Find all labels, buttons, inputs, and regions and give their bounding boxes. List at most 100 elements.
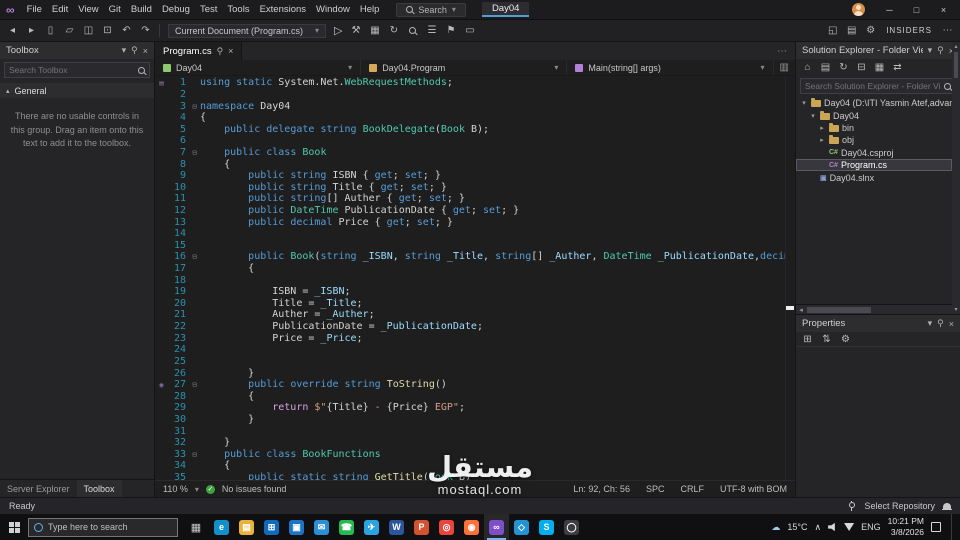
indentation-label[interactable]: SPC [646, 484, 665, 494]
taskbar-app-vscode[interactable]: ◇ [509, 514, 534, 540]
code-line-16[interactable]: 16 ⊟ public Book(string _ISBN, string _Ti… [155, 251, 795, 263]
code-line-24[interactable]: 24 [155, 344, 795, 356]
menu-file[interactable]: File [22, 3, 47, 16]
toolbar-overflow-icon[interactable]: ⋯ [942, 25, 953, 36]
refresh-icon[interactable]: ↻ [838, 62, 849, 73]
menu-tools[interactable]: Tools [222, 3, 254, 16]
code-line-6[interactable]: 6 [155, 135, 795, 147]
taskbar-app-chrome[interactable]: ◎ [434, 514, 459, 540]
menu-build[interactable]: Build [126, 3, 157, 16]
navigate-forward-icon[interactable]: ▸ [26, 25, 37, 36]
fold-collapse-icon[interactable]: ⊟ [189, 252, 200, 261]
debug-target-icon[interactable]: ▦ [369, 25, 380, 36]
code-line-29[interactable]: 29 return $"{Title} - {Price} EGP"; [155, 402, 795, 414]
code-line-26[interactable]: 26 } [155, 367, 795, 379]
navigate-back-icon[interactable]: ◂ [7, 25, 18, 36]
code-line-31[interactable]: 31 [155, 425, 795, 437]
chevron-down-icon[interactable]: ▾ [122, 45, 127, 56]
tree-item-2[interactable]: ▾ Day04 [796, 109, 952, 121]
menu-debug[interactable]: Debug [157, 3, 195, 16]
menu-window[interactable]: Window [311, 3, 355, 16]
tab-program-cs[interactable]: Program.cs ⚲ × [155, 42, 243, 60]
settings-icon[interactable]: ⚙ [865, 25, 876, 36]
home-icon[interactable]: ⌂ [802, 62, 813, 73]
code-line-5[interactable]: 5 public delegate string BookDelegate(Bo… [155, 123, 795, 135]
fold-collapse-icon[interactable]: ⊟ [189, 102, 200, 111]
scroll-down-icon[interactable]: ▾ [954, 306, 957, 313]
pin-icon[interactable]: ⚲ [131, 45, 138, 56]
menu-view[interactable]: View [73, 3, 103, 16]
code-line-1[interactable]: ▤ 1 using static System.Net.WebRequestMeth… [155, 77, 795, 89]
taskbar-app-obs[interactable]: ◯ [559, 514, 584, 540]
scrollbar-thumb[interactable] [807, 306, 871, 313]
categorized-icon[interactable]: ⊞ [802, 334, 813, 345]
build-icon[interactable]: ⚒ [350, 25, 361, 36]
expand-arrow-icon[interactable]: ▸ [818, 136, 826, 144]
close-icon[interactable]: × [949, 319, 954, 329]
taskbar-app-skype[interactable]: S [534, 514, 559, 540]
code-line-35[interactable]: 35 public static string GetTitle(Book B) [155, 472, 795, 480]
scrollbar-track[interactable] [807, 306, 949, 313]
code-line-27[interactable]: ◉ 27 ⊟ public override string ToString() [155, 379, 795, 391]
action-center-icon[interactable] [931, 522, 941, 532]
scroll-up-icon[interactable]: ▴ [954, 43, 957, 50]
code-line-2[interactable]: 2 [155, 89, 795, 101]
tree-item-5[interactable]: C# Day04.csproj [796, 147, 952, 159]
comment-icon[interactable]: ▭ [464, 25, 475, 36]
live-share-icon[interactable]: ◱ [827, 25, 838, 36]
solution-explorer-search-input[interactable] [805, 81, 940, 91]
se-horizontal-scrollbar[interactable]: ◂ ▸ [796, 304, 960, 314]
fold-collapse-icon[interactable]: ⊟ [189, 380, 200, 389]
bookmark-icon[interactable]: ⚑ [445, 25, 456, 36]
code-line-15[interactable]: 15 [155, 240, 795, 252]
scrollbar-thumb[interactable] [954, 52, 958, 78]
property-pages-icon[interactable]: ⚙ [840, 334, 851, 345]
breadcrumb-segment-3[interactable]: Main(string[] args) ▾ [567, 60, 774, 75]
split-editor-icon[interactable]: ▥ [774, 60, 795, 75]
fold-collapse-icon[interactable]: ⊟ [189, 148, 200, 157]
clock[interactable]: 10:21 PM 3/8/2026 [888, 516, 924, 537]
breadcrumb-segment-1[interactable]: Day04 ▾ [155, 60, 362, 75]
code-line-22[interactable]: 22 PublicationDate = _PublicationDate; [155, 321, 795, 333]
tree-item-1[interactable]: ▾ Day04 (D:\ITI Yasmin Atef,advanced c [796, 97, 952, 109]
redo-icon[interactable]: ↷ [140, 25, 151, 36]
taskbar-app-whatsapp[interactable]: ☎ [334, 514, 359, 540]
close-tab-icon[interactable]: × [228, 46, 233, 56]
toolbox-search[interactable] [4, 62, 150, 78]
scroll-left-icon[interactable]: ◂ [796, 306, 806, 314]
menu-git[interactable]: Git [104, 3, 126, 16]
refresh-icon[interactable]: ↻ [388, 25, 399, 36]
code-line-21[interactable]: 21 Auther = _Auther; [155, 309, 795, 321]
code-line-20[interactable]: 20 Title = _Title; [155, 298, 795, 310]
pin-icon[interactable]: ⚲ [217, 46, 224, 57]
taskbar-app-powerpoint[interactable]: P [409, 514, 434, 540]
volume-icon[interactable] [828, 522, 835, 532]
save-icon[interactable]: ◫ [83, 25, 94, 36]
taskbar-app-edge[interactable]: e [209, 514, 234, 540]
notifications-bell-icon[interactable] [942, 503, 952, 510]
code-line-8[interactable]: 8 { [155, 158, 795, 170]
code-line-32[interactable]: 32 } [155, 437, 795, 449]
code-line-3[interactable]: 3 ⊟ namespace Day04 [155, 100, 795, 112]
current-document-dropdown[interactable]: Current Document (Program.cs) ▾ [168, 23, 326, 38]
collapse-all-icon[interactable]: ⊟ [856, 62, 867, 73]
weather-icon[interactable]: ☁ [771, 522, 780, 533]
select-repository[interactable]: Select Repository [864, 501, 935, 511]
taskbar-app-photos[interactable]: ▣ [284, 514, 309, 540]
hidden-icons-chevron-icon[interactable]: ∧ [815, 522, 822, 533]
menu-extensions[interactable]: Extensions [255, 3, 311, 16]
code-editor[interactable]: ▤ 1 using static System.Net.WebRequestMeth… [155, 76, 795, 480]
code-line-23[interactable]: 23 Price = _Price; [155, 332, 795, 344]
git-branch-icon[interactable] [848, 501, 856, 511]
se-vertical-scrollbar[interactable]: ▴ ▾ [952, 42, 960, 314]
maximize-button[interactable]: □ [904, 0, 929, 19]
code-line-11[interactable]: 11 public string[] Auther { get; set; } [155, 193, 795, 205]
menu-test[interactable]: Test [195, 3, 222, 16]
expand-arrow-icon[interactable]: ▸ [818, 124, 826, 132]
scrollbar-thumb[interactable] [786, 306, 794, 311]
toolbox-search-input[interactable] [9, 65, 134, 75]
taskbar-app-firefox[interactable]: ◉ [459, 514, 484, 540]
menu-help[interactable]: Help [355, 3, 385, 16]
code-line-30[interactable]: 30 } [155, 414, 795, 426]
document-overflow-icon[interactable]: ⋯ [777, 46, 787, 57]
